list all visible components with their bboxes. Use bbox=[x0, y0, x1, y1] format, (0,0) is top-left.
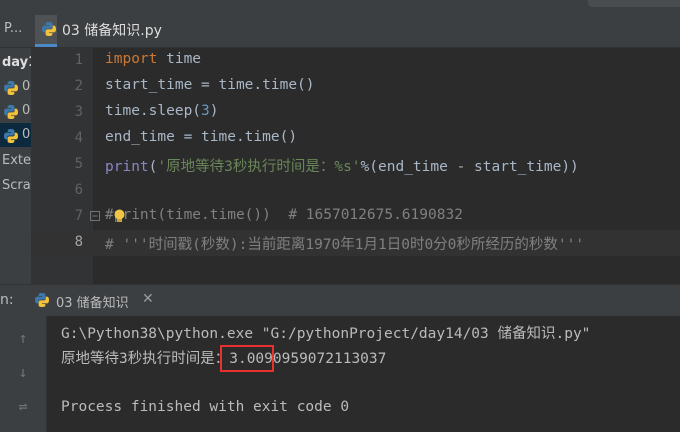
project-item-label: 0 bbox=[22, 127, 31, 142]
string-token: '原地等待3秒执行时间是：%s' bbox=[157, 159, 361, 175]
code-line[interactable]: start_time = time.time() bbox=[105, 77, 315, 93]
python-file-icon bbox=[3, 128, 19, 144]
project-item-label: day1 bbox=[2, 55, 31, 70]
code-line[interactable]: end_time = time.time() bbox=[105, 129, 297, 145]
builtin-token: print bbox=[105, 159, 149, 175]
code-line-comment[interactable]: #print(time.time()) # 1657012675.6190832 bbox=[105, 207, 463, 223]
run-tab[interactable]: 03 储备知识 ✕ bbox=[30, 285, 162, 315]
scroll-icon[interactable]: ⇌ bbox=[15, 398, 31, 414]
project-tree-item[interactable]: 0 bbox=[0, 99, 31, 123]
code-line[interactable]: time.sleep(3) bbox=[105, 103, 219, 119]
title-bar bbox=[0, 0, 680, 7]
project-tree-item[interactable]: Exte bbox=[0, 149, 31, 173]
project-tree-item[interactable]: 0 bbox=[0, 75, 31, 99]
editor-tab-active[interactable]: 03 储备知识.py bbox=[35, 15, 162, 47]
comment-token: #print(time.time()) # 1657012675.6190832 bbox=[105, 207, 463, 223]
code-token: ) bbox=[209, 103, 219, 119]
line-number: 6 bbox=[74, 182, 83, 198]
code-token: time.sleep( bbox=[105, 103, 202, 119]
fold-icon[interactable] bbox=[90, 211, 100, 221]
editor-tab-bar: 03 储备知识.py bbox=[31, 7, 680, 48]
python-file-icon bbox=[3, 104, 19, 120]
python-file-icon bbox=[41, 21, 57, 37]
line-number: 4 bbox=[74, 130, 83, 146]
project-item-label: Exte bbox=[2, 153, 31, 168]
line-number: 7 bbox=[74, 208, 83, 224]
line-number: 3 bbox=[74, 104, 83, 120]
code-token: start_time = time.time() bbox=[105, 77, 315, 93]
project-panel: P... day1 0 0 0 Exte Scra bbox=[0, 7, 31, 284]
project-panel-header[interactable]: P... bbox=[0, 7, 31, 48]
keyword-token: import bbox=[105, 51, 158, 67]
code-token: time bbox=[157, 51, 202, 67]
editor-tab-label: 03 储备知识.py bbox=[62, 23, 162, 39]
project-tree-item-selected[interactable]: 0 bbox=[0, 123, 31, 147]
up-arrow-icon[interactable]: ↑ bbox=[15, 330, 31, 346]
code-token: %(end_time - start_time)) bbox=[360, 159, 579, 175]
line-number-current: 8 bbox=[74, 234, 83, 250]
lightbulb-icon[interactable] bbox=[113, 209, 126, 223]
down-arrow-icon[interactable]: ↓ bbox=[15, 364, 31, 380]
line-number: 5 bbox=[74, 156, 83, 172]
run-panel-label: n: bbox=[0, 292, 14, 308]
comment-token: # '''时间戳(秒数):当前距离1970年1月1日0时0分0秒所经历的秒数''… bbox=[105, 237, 585, 253]
line-number: 1 bbox=[74, 52, 83, 68]
console-line: Process finished with exit code 0 bbox=[61, 399, 350, 415]
code-line[interactable]: print('原地等待3秒执行时间是：%s'%(end_time - start… bbox=[105, 155, 579, 176]
project-item-label: Scra bbox=[2, 178, 31, 193]
project-tree-item[interactable]: Scra bbox=[0, 174, 31, 198]
project-panel-title: P... bbox=[4, 21, 23, 36]
project-tree-item[interactable]: day1 bbox=[0, 51, 31, 75]
python-file-icon bbox=[3, 80, 19, 96]
project-item-label: 0 bbox=[22, 103, 31, 118]
line-number: 2 bbox=[74, 78, 83, 94]
console-line: G:\Python38\python.exe "G:/pythonProject… bbox=[61, 326, 591, 342]
run-toolbar: ↑ ↓ ⇌ bbox=[0, 316, 47, 432]
close-icon[interactable]: ✕ bbox=[142, 291, 154, 307]
code-line-comment[interactable]: # '''时间戳(秒数):当前距离1970年1月1日0时0分0秒所经历的秒数''… bbox=[105, 233, 584, 254]
project-item-label: 0 bbox=[22, 79, 31, 94]
run-tab-label: 03 储备知识 bbox=[56, 296, 129, 311]
number-token: 3 bbox=[201, 103, 210, 119]
run-panel-header: n: 03 储备知识 ✕ bbox=[0, 284, 680, 317]
annotation-highlight-box bbox=[220, 345, 274, 372]
code-line[interactable]: import time bbox=[105, 51, 201, 67]
code-token: end_time = time.time() bbox=[105, 129, 298, 145]
python-file-icon bbox=[34, 292, 50, 308]
